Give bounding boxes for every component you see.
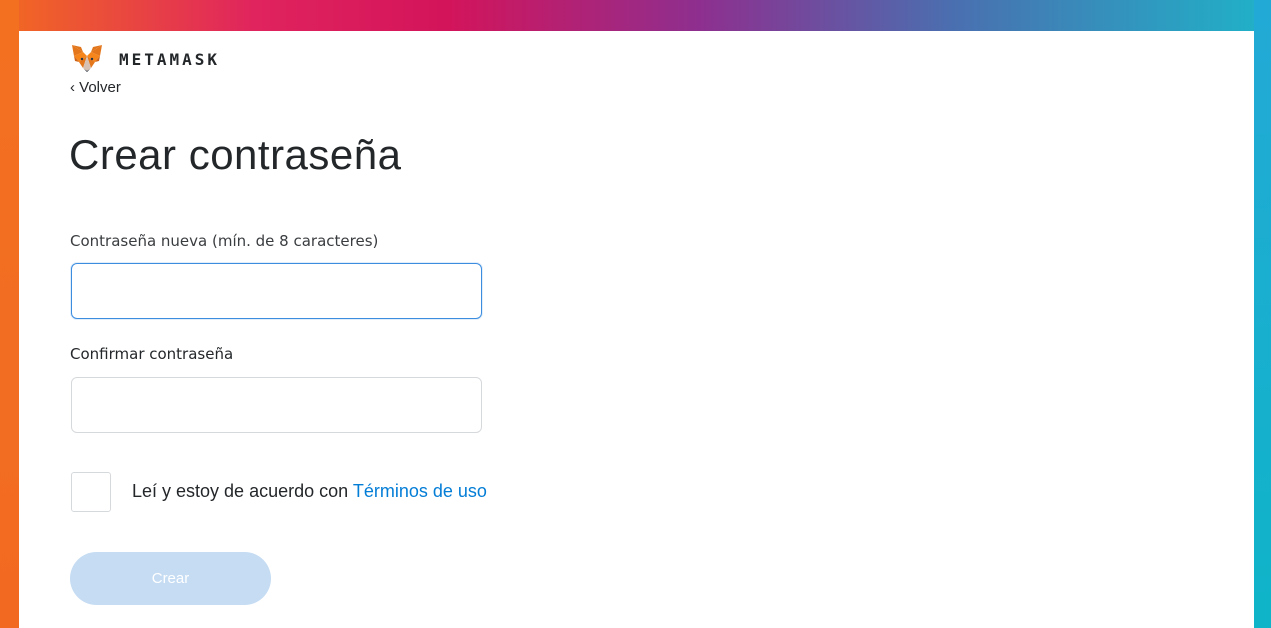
page-title: Crear contraseña bbox=[69, 131, 402, 178]
new-password-input[interactable] bbox=[71, 263, 482, 319]
terms-agreement-text: Leí y estoy de acuerdo con Términos de u… bbox=[132, 481, 487, 502]
create-password-panel: METAMASK ‹ Volver Crear contraseña Contr… bbox=[19, 31, 1254, 628]
create-button[interactable]: Crear bbox=[70, 552, 271, 605]
back-link[interactable]: ‹ Volver bbox=[70, 79, 121, 96]
metamask-fox-icon bbox=[72, 45, 102, 72]
new-password-label: Contraseña nueva (mín. de 8 caracteres) bbox=[70, 232, 379, 250]
frame-right-border bbox=[1254, 0, 1271, 628]
confirm-password-label: Confirmar contraseña bbox=[70, 345, 234, 363]
brand-wordmark: METAMASK bbox=[119, 49, 221, 69]
brand-header: METAMASK bbox=[71, 41, 220, 77]
terms-checkbox[interactable] bbox=[71, 472, 111, 512]
confirm-password-input[interactable] bbox=[71, 377, 482, 433]
frame-left-border bbox=[0, 0, 19, 628]
terms-prefix: Leí y estoy de acuerdo con bbox=[132, 481, 353, 501]
terms-of-use-link[interactable]: Términos de uso bbox=[353, 481, 487, 501]
